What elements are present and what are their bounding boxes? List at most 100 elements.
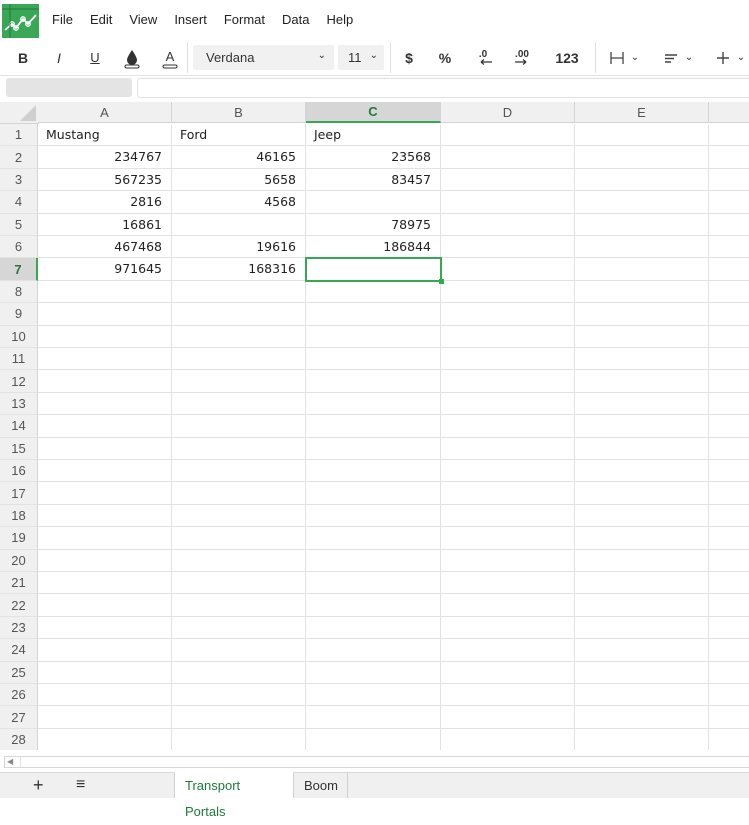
cell-c26[interactable] <box>306 684 441 707</box>
row-header[interactable]: 19 <box>0 527 38 550</box>
row-header[interactable]: 4 <box>0 191 38 214</box>
cell-c6[interactable]: 186844 <box>306 236 441 259</box>
cell-c16[interactable] <box>306 460 441 483</box>
cell-d23[interactable] <box>441 616 575 640</box>
add-sheet-button[interactable]: + <box>33 776 44 794</box>
italic-button[interactable]: I <box>48 40 70 75</box>
cell-c15[interactable] <box>306 437 441 460</box>
cell-d8[interactable] <box>441 280 575 304</box>
sheet-tab-transport-portals[interactable]: Transport Portals <box>174 772 294 819</box>
cell-b19[interactable] <box>172 527 306 550</box>
cell-a25[interactable] <box>38 661 172 684</box>
cell-d24[interactable] <box>441 639 575 662</box>
cell-b11[interactable] <box>172 348 306 371</box>
scrollbar-track[interactable] <box>20 757 749 767</box>
cell-e27[interactable] <box>575 706 709 729</box>
cell-d16[interactable] <box>441 460 575 483</box>
percent-button[interactable]: % <box>434 40 456 75</box>
row-header[interactable]: 12 <box>0 370 38 393</box>
row-header[interactable]: 22 <box>0 594 38 617</box>
cell-b14[interactable] <box>172 415 306 438</box>
cell-d17[interactable] <box>441 482 575 505</box>
cell-e13[interactable] <box>575 392 709 416</box>
cell-a27[interactable] <box>38 706 172 729</box>
text-color-button[interactable]: A <box>158 40 182 75</box>
cell-e19[interactable] <box>575 527 709 550</box>
cell-e18[interactable] <box>575 504 709 528</box>
row-header[interactable]: 10 <box>0 325 38 348</box>
cell-d15[interactable] <box>441 437 575 460</box>
cell-b10[interactable] <box>172 325 306 348</box>
scroll-left-icon[interactable]: ◀ <box>7 757 13 767</box>
cell-c20[interactable] <box>306 549 441 572</box>
cell-c18[interactable] <box>306 504 441 528</box>
cell-e1[interactable] <box>575 124 709 147</box>
row-header[interactable]: 5 <box>0 213 38 236</box>
font-size-select[interactable]: 11 ⌄ <box>338 45 384 70</box>
cell-c23[interactable] <box>306 616 441 640</box>
cell-b9[interactable] <box>172 303 306 326</box>
cell-e5[interactable] <box>575 213 709 236</box>
row-header[interactable]: 13 <box>0 392 38 416</box>
menu-data[interactable]: Data <box>282 12 309 27</box>
cell-c12[interactable] <box>306 370 441 393</box>
font-family-select[interactable]: Verdana ⌄ <box>193 45 334 70</box>
row-header[interactable]: 24 <box>0 639 38 662</box>
cell-d2[interactable] <box>441 146 575 169</box>
cell-e26[interactable] <box>575 684 709 707</box>
horizontal-align-button[interactable]: ⌄ <box>654 40 702 75</box>
column-header-c[interactable]: C <box>306 102 441 123</box>
cell-e24[interactable] <box>575 639 709 662</box>
cell-b2[interactable]: 46165 <box>172 146 306 169</box>
cell-b5[interactable] <box>172 213 306 236</box>
cell-b8[interactable] <box>172 280 306 304</box>
cell-a13[interactable] <box>38 392 172 416</box>
row-header[interactable]: 7 <box>0 258 38 281</box>
cell-e12[interactable] <box>575 370 709 393</box>
cell-a21[interactable] <box>38 572 172 595</box>
cell-e23[interactable] <box>575 616 709 640</box>
sheet-list-button[interactable]: ≡ <box>76 776 85 794</box>
cell-a15[interactable] <box>38 437 172 460</box>
cell-e20[interactable] <box>575 549 709 572</box>
cell-d13[interactable] <box>441 392 575 416</box>
cell-a12[interactable] <box>38 370 172 393</box>
row-header[interactable]: 1 <box>0 124 38 147</box>
horizontal-scrollbar[interactable]: ◀ <box>4 756 749 768</box>
underline-button[interactable]: U <box>84 40 106 75</box>
cell-e3[interactable] <box>575 168 709 192</box>
cell-d19[interactable] <box>441 527 575 550</box>
cell-d21[interactable] <box>441 572 575 595</box>
cell-b16[interactable] <box>172 460 306 483</box>
cell-a19[interactable] <box>38 527 172 550</box>
cell-e8[interactable] <box>575 280 709 304</box>
column-header-e[interactable]: E <box>575 102 709 123</box>
cell-c25[interactable] <box>306 661 441 684</box>
cell-e11[interactable] <box>575 348 709 371</box>
fill-handle[interactable] <box>439 278 444 284</box>
cell-b18[interactable] <box>172 504 306 528</box>
cell-d5[interactable] <box>441 213 575 236</box>
row-header[interactable]: 9 <box>0 303 38 326</box>
cell-c10[interactable] <box>306 325 441 348</box>
cell-d6[interactable] <box>441 236 575 259</box>
cell-e25[interactable] <box>575 661 709 684</box>
cell-c7[interactable] <box>306 258 441 281</box>
cell-e21[interactable] <box>575 572 709 595</box>
cell-a8[interactable] <box>38 280 172 304</box>
cell-a28[interactable] <box>38 728 172 750</box>
cell-d9[interactable] <box>441 303 575 326</box>
vertical-align-button[interactable]: ⌄ <box>706 40 749 75</box>
row-header[interactable]: 11 <box>0 348 38 371</box>
row-header[interactable]: 15 <box>0 437 38 460</box>
cell-e17[interactable] <box>575 482 709 505</box>
cell-b23[interactable] <box>172 616 306 640</box>
cell-e4[interactable] <box>575 191 709 214</box>
cell-b4[interactable]: 4568 <box>172 191 306 214</box>
cell-d25[interactable] <box>441 661 575 684</box>
cell-a11[interactable] <box>38 348 172 371</box>
cell-b27[interactable] <box>172 706 306 729</box>
cell-a5[interactable]: 16861 <box>38 213 172 236</box>
borders-button[interactable]: ⌄ <box>600 40 648 75</box>
row-header[interactable]: 27 <box>0 706 38 729</box>
